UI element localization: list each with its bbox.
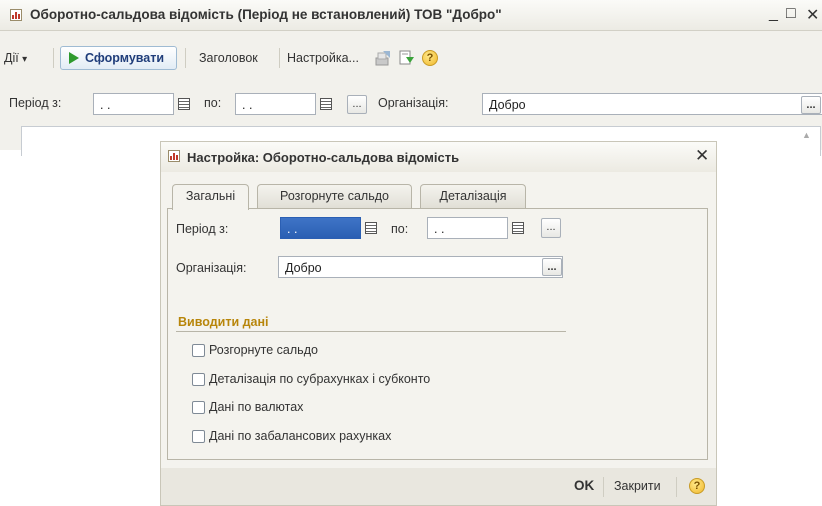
report-app-icon [10, 9, 22, 21]
period-from-input[interactable]: . . [93, 93, 174, 115]
restore-settings-icon[interactable] [398, 49, 416, 67]
footer-separator [603, 477, 604, 497]
generate-button-label: Сформувати [85, 51, 165, 65]
period-from-input[interactable]: . . [280, 217, 361, 239]
tab-panel-general [167, 208, 708, 460]
actions-menu-label: Дії [4, 51, 19, 65]
option-checkbox[interactable] [192, 401, 205, 414]
option-label: Розгорнуте сальдо [209, 343, 318, 357]
ok-button[interactable]: OK [574, 478, 594, 493]
footer-separator [676, 477, 677, 497]
generate-button[interactable]: Сформувати [60, 46, 177, 70]
organization-label: Організація: [176, 261, 247, 275]
option-label: Дані по забалансових рахунках [209, 429, 392, 443]
play-icon [69, 52, 79, 64]
output-data-section-title: Виводити дані [178, 315, 269, 329]
dialog-titlebar: Настройка: Оборотно-сальдова відомість ✕ [161, 142, 716, 172]
minimize-button[interactable]: _ [769, 5, 778, 23]
main-titlebar: Оборотно-сальдова відомість (Період не в… [0, 0, 822, 31]
toolbar-separator [185, 48, 186, 68]
organization-input[interactable]: Добро [482, 93, 822, 115]
period-to-label: по: [391, 222, 409, 236]
toolbar-separator [53, 48, 54, 68]
period-select-button[interactable]: ... [347, 95, 367, 114]
calendar-icon[interactable] [320, 98, 332, 110]
tab-detailing[interactable]: Деталізація [420, 184, 526, 208]
option-checkbox[interactable] [192, 344, 205, 357]
option-checkbox[interactable] [192, 430, 205, 443]
main-window: Оборотно-сальдова відомість (Період не в… [0, 0, 822, 156]
option-checkbox[interactable] [192, 373, 205, 386]
period-from-label: Період з: [9, 96, 62, 110]
option-label: Дані по валютах [209, 400, 304, 414]
help-icon[interactable]: ? [689, 478, 705, 494]
tab-general[interactable]: Загальні [172, 184, 249, 210]
calendar-icon[interactable] [512, 222, 524, 234]
header-button[interactable]: Заголовок [199, 51, 258, 65]
organization-select-button[interactable]: ... [801, 96, 821, 114]
save-settings-icon[interactable] [374, 49, 392, 67]
organization-select-button[interactable]: ... [542, 258, 562, 276]
section-divider [176, 331, 566, 332]
close-button[interactable]: ✕ [806, 5, 819, 25]
report-app-icon [168, 150, 180, 162]
organization-input[interactable]: Добро [278, 256, 563, 278]
settings-dialog: Настройка: Оборотно-сальдова відомість ✕… [160, 141, 717, 506]
period-to-label: по: [204, 96, 222, 110]
toolbar-separator [279, 48, 280, 68]
organization-label: Організація: [378, 96, 449, 110]
tab-expanded-balance[interactable]: Розгорнуте сальдо [257, 184, 412, 208]
scroll-up-arrow[interactable]: ▲ [802, 130, 811, 140]
window-title: Оборотно-сальдова відомість (Період не в… [30, 7, 502, 22]
chevron-down-icon: ▾ [22, 54, 28, 65]
period-to-input[interactable]: . . [427, 217, 508, 239]
dialog-footer: OK Закрити ? [161, 468, 716, 505]
dialog-close-button[interactable]: ✕ [695, 146, 709, 166]
period-to-input[interactable]: . . [235, 93, 316, 115]
calendar-icon[interactable] [178, 98, 190, 110]
period-select-button[interactable]: ... [541, 218, 561, 238]
option-label: Деталізація по субрахунках і субконто [209, 372, 431, 386]
calendar-icon[interactable] [365, 222, 377, 234]
period-from-label: Період з: [176, 222, 229, 236]
dialog-title: Настройка: Оборотно-сальдова відомість [187, 150, 460, 165]
settings-button[interactable]: Настройка... [287, 51, 359, 65]
maximize-button[interactable]: □ [786, 5, 796, 23]
help-icon[interactable]: ? [422, 50, 438, 66]
actions-menu[interactable]: Дії ▾ [4, 51, 27, 65]
close-dialog-button[interactable]: Закрити [614, 479, 661, 493]
